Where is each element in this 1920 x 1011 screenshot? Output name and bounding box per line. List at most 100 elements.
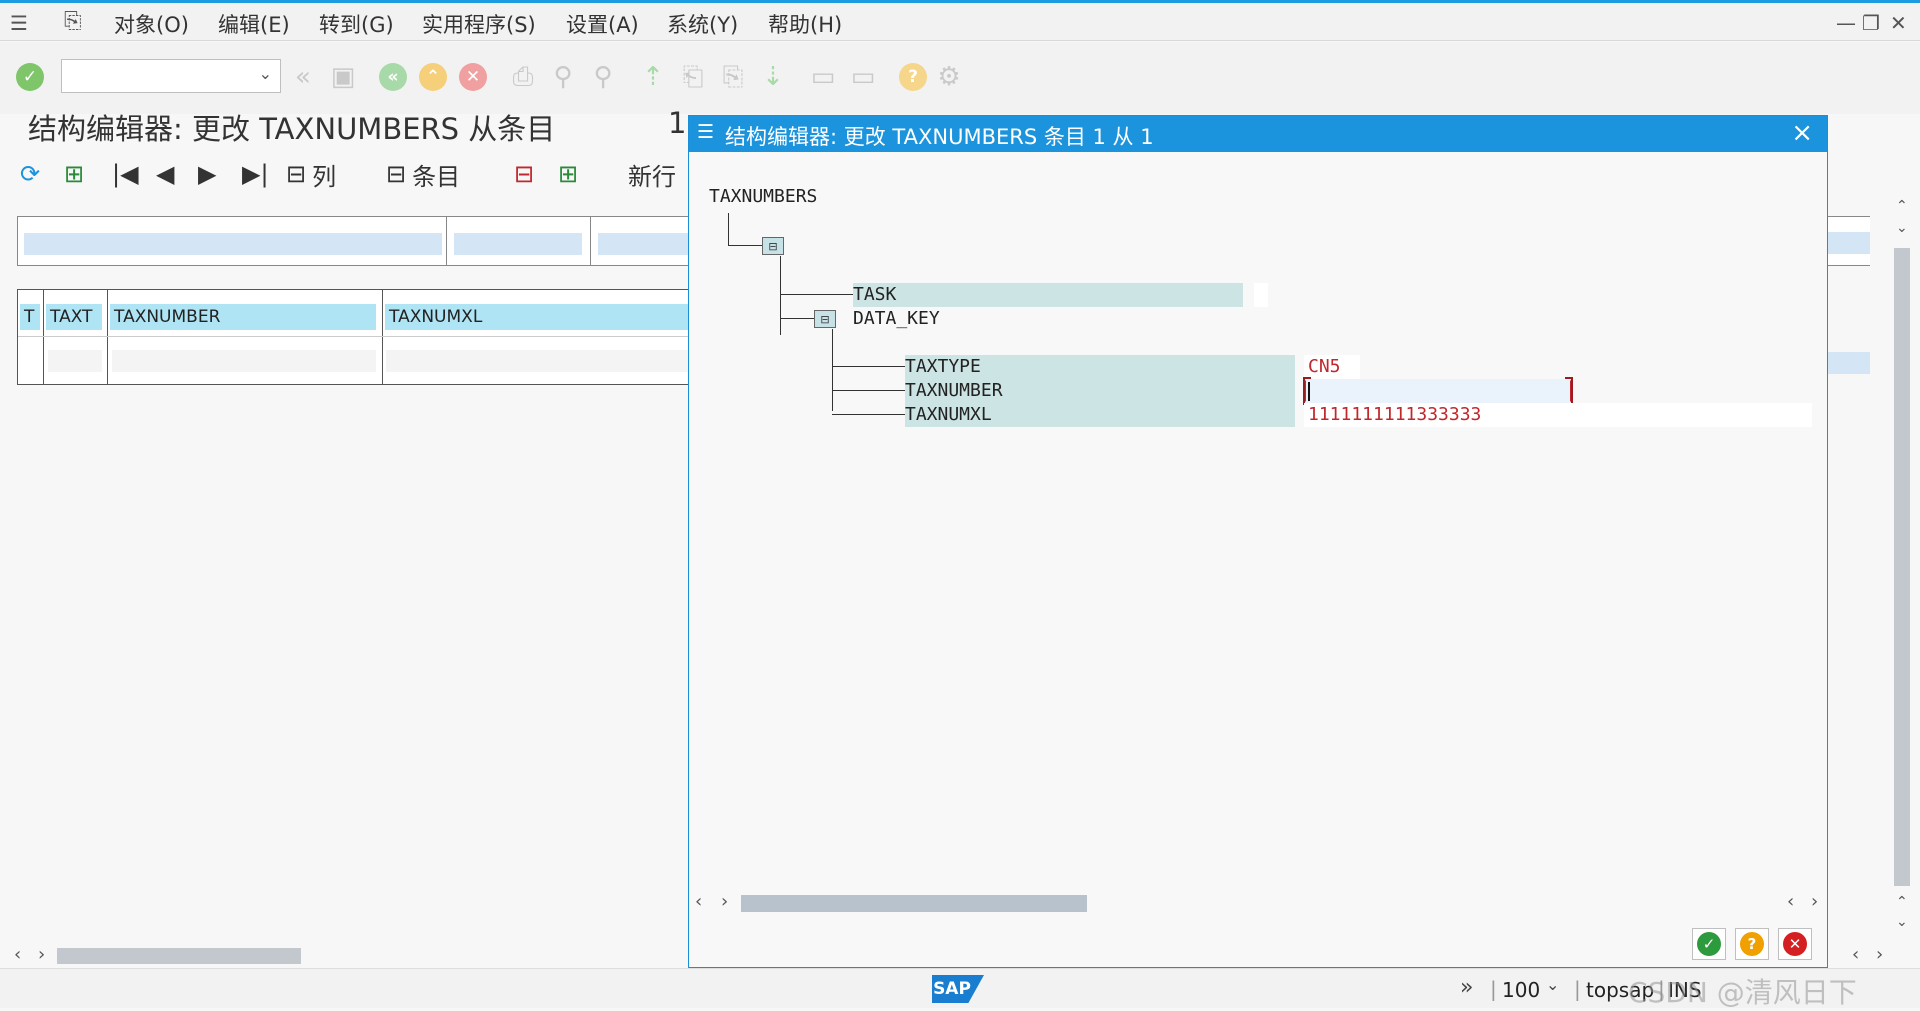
column-header-t[interactable]: T <box>20 304 40 330</box>
vertical-scrollbar[interactable]: ⌃ ⌄ ⌃ ⌄ <box>1890 198 1916 936</box>
taxtype-value: CN5 <box>1308 356 1341 377</box>
exit-button[interactable]: ⌃ <box>418 62 448 92</box>
scroll-right-icon[interactable]: › <box>1811 891 1818 912</box>
chevron-down-icon[interactable]: ⌄ <box>259 64 272 83</box>
task-value-field[interactable] <box>1254 283 1268 307</box>
scroll-down-icon[interactable]: ⌄ <box>1896 914 1908 930</box>
confirm-button[interactable]: ✓ <box>1692 928 1726 960</box>
horizontal-scrollbar[interactable]: ‹ › <box>12 944 692 968</box>
back-button[interactable]: « <box>378 62 408 92</box>
first-page-icon[interactable]: ⇡ <box>638 62 668 92</box>
tree-node-task: TASK <box>853 283 1243 307</box>
scroll-left-icon[interactable]: ‹ <box>695 891 702 912</box>
save-icon[interactable]: ▣ <box>328 62 358 92</box>
help-button[interactable]: ? <box>898 62 928 92</box>
gear-icon[interactable]: ⚙ <box>934 62 964 92</box>
layout-icon[interactable]: ⎘ <box>64 9 82 34</box>
scroll-right-icon[interactable]: › <box>721 891 728 912</box>
close-window-icon[interactable]: ✕ <box>1890 11 1907 35</box>
scroll-right-icon[interactable]: › <box>1876 944 1883 965</box>
menu-edit[interactable]: 编辑(E) <box>218 9 290 39</box>
expand-status-icon[interactable]: » <box>1460 975 1473 1000</box>
scroll-left-icon[interactable]: ‹ <box>1852 944 1859 965</box>
chevron-down-icon[interactable]: ⌄ <box>1546 975 1559 994</box>
menu-system[interactable]: 系统(Y) <box>667 9 738 39</box>
new-session-icon[interactable]: ▭ <box>808 62 838 92</box>
columns-label: 列 <box>312 162 337 191</box>
zoom-value[interactable]: 100 <box>1502 978 1540 1002</box>
folder-icon[interactable]: ⊟ <box>762 237 784 255</box>
hierarchy-icon[interactable]: ⊞ <box>64 158 84 190</box>
print-icon[interactable]: ⎙ <box>508 62 538 92</box>
previous-entry-icon[interactable]: ◀ <box>156 158 174 190</box>
dialog-horizontal-scrollbar[interactable]: ‹ › ‹ › <box>689 889 1827 917</box>
table-row[interactable] <box>112 350 376 372</box>
cancel-button[interactable]: ✕ <box>458 62 488 92</box>
tree-line <box>832 390 907 391</box>
taxnumber-input[interactable] <box>1304 379 1572 403</box>
scroll-up-step-icon[interactable]: ⌄ <box>1896 220 1908 236</box>
header-cell[interactable] <box>24 233 442 255</box>
column-header-taxnumxl[interactable]: TAXNUMXL <box>385 304 691 330</box>
header-cell[interactable] <box>598 233 691 255</box>
scroll-left-icon[interactable]: ‹ <box>1787 891 1794 912</box>
column-header-taxnumber[interactable]: TAXNUMBER <box>110 304 376 330</box>
refresh-icon[interactable]: ⟳ <box>20 158 40 190</box>
menu-goto[interactable]: 转到(G) <box>319 9 394 39</box>
scroll-thumb[interactable] <box>1894 248 1910 886</box>
folder-icon[interactable]: ⊟ <box>814 310 836 328</box>
grid-divider <box>382 290 383 384</box>
last-page-icon[interactable]: ⇣ <box>758 62 788 92</box>
entries-icon: ⊟ <box>386 160 407 188</box>
menu-icon[interactable]: ☰ <box>10 11 28 35</box>
page-title-entry-number: 1 <box>668 106 687 140</box>
back-double-icon[interactable]: « <box>288 62 318 92</box>
find-next-icon[interactable]: ⚲ <box>588 62 618 92</box>
find-icon[interactable]: ⚲ <box>548 62 578 92</box>
scroll-up-icon[interactable]: ⌃ <box>1896 198 1908 214</box>
right-row-fill <box>1828 352 1870 374</box>
menu-object[interactable]: 对象(O) <box>114 9 189 39</box>
watermark-text: CSDN @清风日下 <box>1628 976 1857 1009</box>
menu-utilities[interactable]: 实用程序(S) <box>422 9 536 39</box>
shortcut-icon[interactable]: ▭ <box>848 62 878 92</box>
cancel-button[interactable]: ✕ <box>1778 928 1812 960</box>
scroll-left-icon[interactable]: ‹ <box>14 944 21 965</box>
column-header-taxt[interactable]: TAXT <box>46 304 102 330</box>
command-field[interactable]: ⌄ <box>61 59 281 93</box>
close-icon[interactable]: × <box>1791 118 1813 148</box>
structure-editor-dialog: ☰ 结构编辑器: 更改 TAXNUMBERS 条目 1 从 1 × TAXNUM… <box>688 115 1828 968</box>
dialog-menu-icon[interactable]: ☰ <box>697 121 714 143</box>
previous-page-icon[interactable]: ⎗ <box>678 62 708 92</box>
menu-help[interactable]: 帮助(H) <box>768 9 842 39</box>
scroll-thumb[interactable] <box>57 948 301 964</box>
scroll-right-icon[interactable]: › <box>38 944 45 965</box>
table-row[interactable] <box>48 350 102 372</box>
header-cell[interactable] <box>454 233 582 255</box>
scroll-down-step-icon[interactable]: ⌃ <box>1896 894 1908 910</box>
minimize-icon[interactable]: — <box>1836 11 1856 35</box>
back-icon: « <box>379 63 407 91</box>
scroll-thumb[interactable] <box>741 895 1087 912</box>
tree-line <box>780 256 781 335</box>
tree-line <box>832 366 907 367</box>
help-button[interactable]: ? <box>1735 928 1769 960</box>
last-entry-icon[interactable]: ▶| <box>242 158 269 190</box>
application-toolbar: ⟳ ⊞ |◀ ◀ ▶ ▶| ⊟ 列 ⊟ 条目 ⊟ ⊞ 新行 <box>0 152 690 196</box>
new-row-label: 新行 <box>628 162 676 191</box>
menu-settings[interactable]: 设置(A) <box>566 9 639 39</box>
dialog-title: 结构编辑器: 更改 TAXNUMBERS 条目 1 从 1 <box>725 125 1154 149</box>
next-page-icon[interactable]: ⎘ <box>718 62 748 92</box>
columns-button[interactable]: ⊟ 列 <box>286 158 337 191</box>
table-divider <box>446 217 447 265</box>
focus-corner <box>1565 377 1573 405</box>
table-row[interactable] <box>386 350 689 372</box>
entries-button[interactable]: ⊟ 条目 <box>386 158 460 191</box>
restore-icon[interactable]: ❐ <box>1862 11 1880 35</box>
new-row-button[interactable]: 新行 <box>628 158 676 191</box>
insert-row-icon[interactable]: ⊞ <box>558 158 578 190</box>
first-entry-icon[interactable]: |◀ <box>112 158 139 190</box>
enter-button[interactable]: ✓ <box>15 62 45 92</box>
delete-row-icon[interactable]: ⊟ <box>514 158 534 190</box>
next-entry-icon[interactable]: ▶ <box>198 158 216 190</box>
